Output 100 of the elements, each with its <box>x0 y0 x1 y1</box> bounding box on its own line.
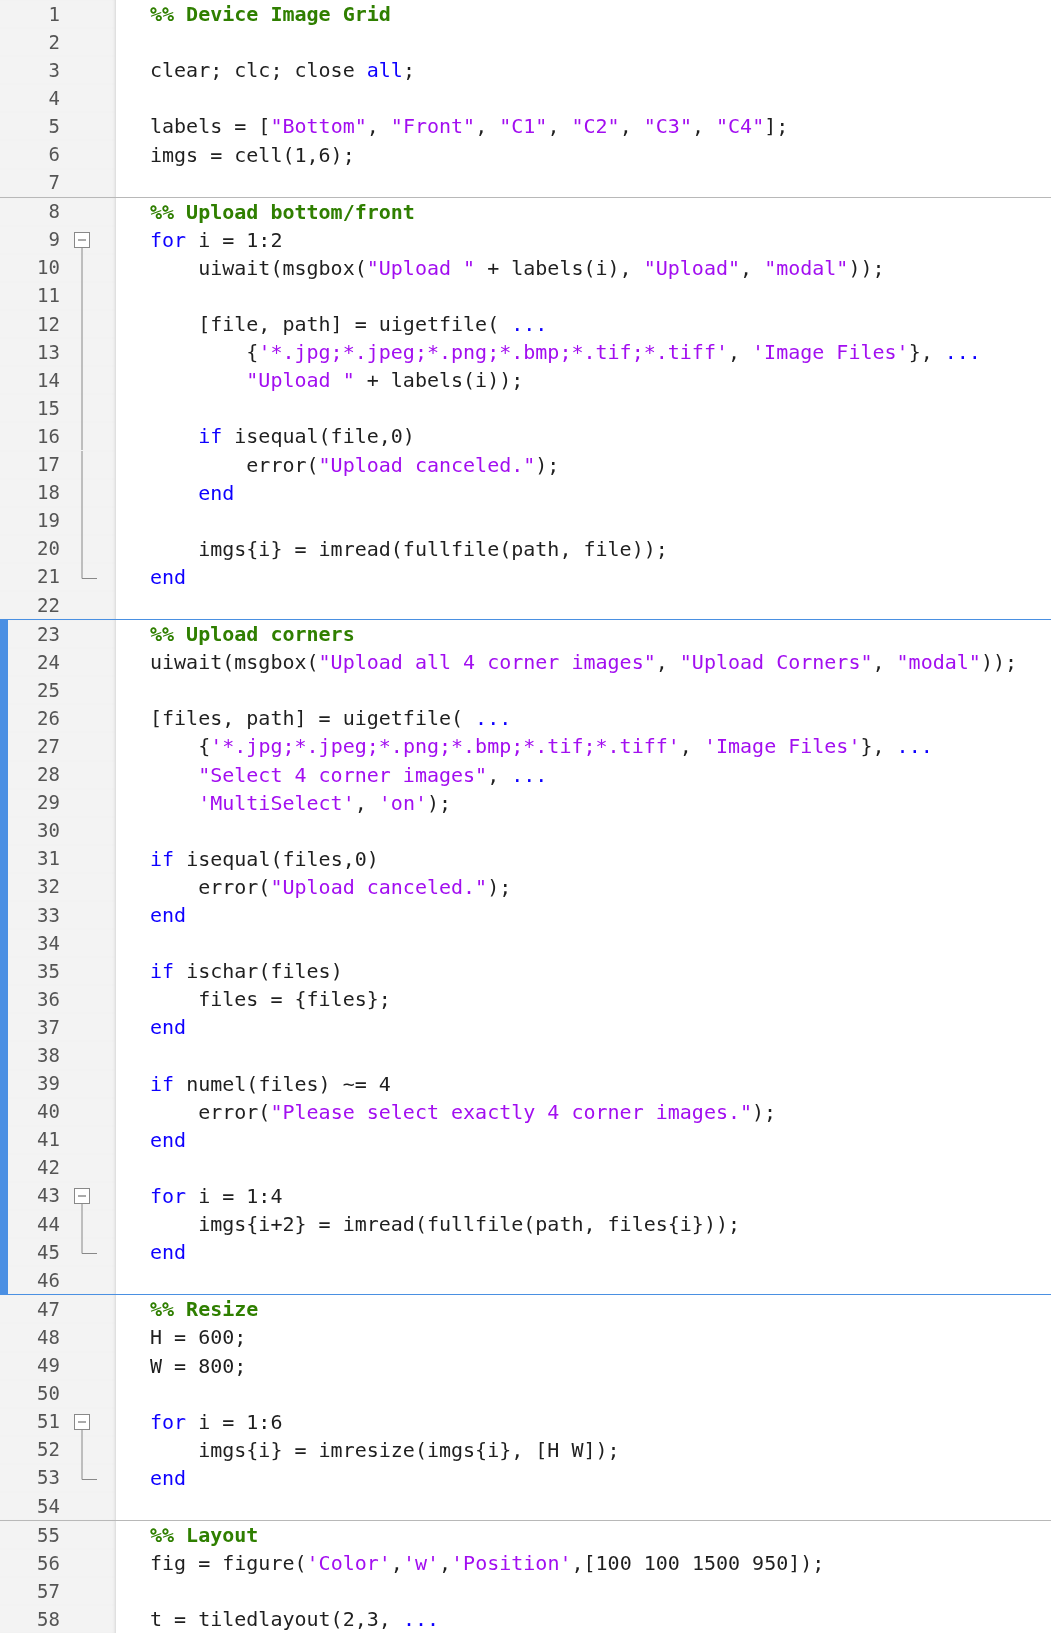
code-line: imgs{i+2} = imread(fullfile(path, files{i})); <box>197 1214 740 1235</box>
line-number: 8 <box>48 202 60 222</box>
code-line: labels = ["Bottom", "Front", "C1", "C2", "C3", "C4"]; <box>150 116 789 137</box>
code-line: {'*.jpg;*.jpeg;*.png;*.bmp;*.tif;*.tiff', 'Image Files'}, ... <box>197 736 933 757</box>
code-line: imgs{i} = imread(fullfile(path, file)); <box>197 538 668 559</box>
line-number: 39 <box>37 1074 60 1094</box>
line-number: 6 <box>48 145 60 164</box>
fold-guide-line <box>80 1210 83 1239</box>
fold-end-line <box>80 562 97 579</box>
line-number: 41 <box>37 1130 60 1150</box>
line-number: 12 <box>37 314 60 334</box>
line-number: 44 <box>37 1214 60 1234</box>
line-number: 22 <box>37 595 60 615</box>
line-number: 26 <box>37 708 60 728</box>
line-number: 34 <box>37 933 60 953</box>
line-number: 20 <box>37 539 60 559</box>
code-line: end <box>150 1242 187 1263</box>
line-number: 19 <box>37 511 60 531</box>
code-line: for i = 1:6 <box>150 1411 283 1432</box>
code-line: end <box>150 566 187 587</box>
code-line: files = {files}; <box>197 989 391 1010</box>
line-number: 17 <box>37 455 60 475</box>
line-number: 40 <box>37 1102 60 1122</box>
code-line: 'MultiSelect', 'on'); <box>197 792 452 813</box>
line-number: 47 <box>37 1299 60 1319</box>
code-line: %% Resize <box>150 1299 259 1320</box>
line-number: 3 <box>48 60 60 80</box>
line-number: 25 <box>37 680 60 700</box>
line-number: 56 <box>37 1553 60 1573</box>
line-number: 38 <box>37 1046 60 1065</box>
line-number: 55 <box>37 1525 60 1545</box>
line-number: 29 <box>37 793 60 813</box>
line-number: 15 <box>37 398 60 418</box>
line-number: 45 <box>37 1242 60 1262</box>
code-line: imgs = cell(1,6); <box>150 144 355 165</box>
line-number: 48 <box>37 1327 60 1347</box>
line-number: 14 <box>37 370 60 390</box>
code-line: uiwait(msgbox("Upload all 4 corner images", "Upload Corners", "modal")); <box>150 652 1017 673</box>
line-number: 7 <box>48 173 60 193</box>
code-line: for i = 1:2 <box>150 229 283 250</box>
line-number: 24 <box>37 652 60 672</box>
line-number: 37 <box>37 1017 60 1037</box>
code-line: clear; clc; close all; <box>150 60 415 81</box>
code-line: error("Upload canceled."); <box>245 454 560 475</box>
code-line: for i = 1:4 <box>150 1186 283 1206</box>
code-line: %% Upload bottom/front <box>150 201 415 222</box>
code-line: uiwait(msgbox("Upload " + labels(i), "Upload", "modal")); <box>197 257 885 278</box>
line-number: 4 <box>48 88 60 108</box>
line-number: 54 <box>37 1496 60 1516</box>
line-number: 35 <box>37 961 60 981</box>
code-line: %% Device Image Grid <box>150 4 391 25</box>
line-number: 50 <box>37 1384 60 1404</box>
line-number: 10 <box>37 258 60 278</box>
line-number: 2 <box>48 32 60 52</box>
code-line: if isequal(file,0) <box>197 426 415 447</box>
line-number: 52 <box>37 1440 60 1460</box>
code-line: "Select 4 corner images", ... <box>197 764 548 785</box>
line-number: 9 <box>48 230 60 250</box>
line-number: 49 <box>37 1356 60 1376</box>
code-line: end <box>150 1129 187 1150</box>
code-line: error("Upload canceled."); <box>197 876 512 897</box>
fold-guide-line <box>80 1435 83 1464</box>
code-line: [file, path] = uigetfile( ... <box>197 314 548 335</box>
code-line: H = 600; <box>150 1327 247 1348</box>
code-line: end <box>150 905 187 926</box>
line-number: 43 <box>37 1186 60 1206</box>
code-line: %% Layout <box>150 1525 259 1546</box>
code-line: "Upload " + labels(i)); <box>245 370 524 391</box>
code-line: end <box>197 482 235 503</box>
line-number: 16 <box>37 426 60 446</box>
code-line: end <box>150 1017 187 1038</box>
line-number: 32 <box>37 877 60 897</box>
code-line: [files, path] = uigetfile( ... <box>150 708 512 729</box>
line-number: 18 <box>37 483 60 503</box>
line-number: 11 <box>37 286 60 306</box>
code-line: if numel(files) ~= 4 <box>150 1073 391 1094</box>
code-line: if isequal(files,0) <box>150 848 379 869</box>
code-line: if ischar(files) <box>150 961 343 982</box>
line-number: 57 <box>37 1581 60 1601</box>
line-number: 42 <box>37 1158 60 1178</box>
line-number: 46 <box>37 1270 60 1290</box>
code-line: end <box>150 1467 187 1488</box>
line-number: 30 <box>37 821 60 841</box>
line-number: 5 <box>48 116 60 136</box>
code-line: error("Please select exactly 4 corner images."); <box>197 1101 777 1122</box>
line-number: 31 <box>37 849 60 869</box>
line-number: 36 <box>37 989 60 1009</box>
line-number: 51 <box>37 1412 60 1432</box>
line-number: 33 <box>37 905 60 925</box>
line-number: 53 <box>37 1468 60 1488</box>
line-number: 23 <box>37 624 60 644</box>
line-number: 27 <box>37 737 60 756</box>
fold-end-line <box>80 1463 97 1480</box>
code-line: t = tiledlayout(2,3, ... <box>150 1609 439 1630</box>
code-line: imgs{i} = imresize(imgs{i}, [H W]); <box>197 1439 620 1460</box>
line-number: 1 <box>48 4 60 24</box>
code-line: fig = figure('Color','w','Position',[100 100 1500 950]); <box>150 1553 825 1574</box>
code-line: W = 800; <box>150 1355 247 1376</box>
line-number: 28 <box>37 765 60 785</box>
code-line: %% Upload corners <box>150 624 355 645</box>
